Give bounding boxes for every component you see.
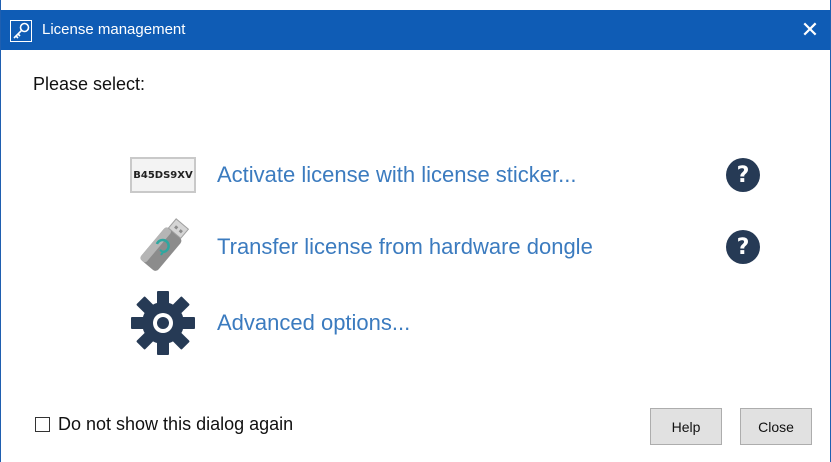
dont-show-again-checkbox[interactable]: Do not show this dialog again xyxy=(35,414,293,435)
option-transfer-dongle[interactable]: Transfer license from hardware dongle xyxy=(127,218,593,271)
transfer-dongle-link[interactable]: Transfer license from hardware dongle xyxy=(217,234,593,260)
usb-dongle-icon xyxy=(127,217,199,277)
prompt-text: Please select: xyxy=(33,74,146,94)
gear-icon xyxy=(127,291,199,355)
activate-sticker-link[interactable]: Activate license with license sticker... xyxy=(217,162,576,188)
option-advanced[interactable]: Advanced options... xyxy=(127,291,410,355)
option-activate-sticker[interactable]: B45DS9XV Activate license with license s… xyxy=(127,151,576,199)
close-window-button[interactable]: ✕ xyxy=(790,10,830,50)
license-sticker-icon: B45DS9XV xyxy=(127,145,199,205)
help-icon-sticker[interactable]: ? xyxy=(726,158,760,192)
title-bar[interactable]: License management ✕ xyxy=(1,10,830,50)
dont-show-again-label: Do not show this dialog again xyxy=(58,414,294,434)
checkbox-box[interactable] xyxy=(35,417,50,432)
help-icon-dongle[interactable]: ? xyxy=(726,230,760,264)
help-button[interactable]: Help xyxy=(650,408,722,445)
advanced-options-link[interactable]: Advanced options... xyxy=(217,310,410,336)
window-title: License management xyxy=(42,21,186,38)
close-button[interactable]: Close xyxy=(740,408,812,445)
sticker-code: B45DS9XV xyxy=(130,157,196,193)
license-dialog: License management ✕ Please select: B45D… xyxy=(0,0,831,462)
key-icon xyxy=(10,20,32,42)
